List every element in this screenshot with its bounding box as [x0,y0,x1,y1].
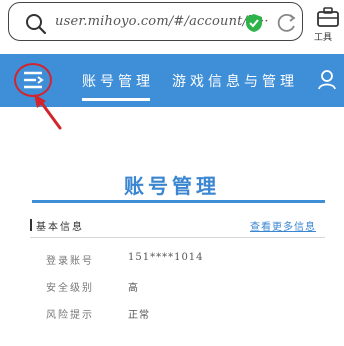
login-account-value: 151****1014 [128,252,204,263]
url-text[interactable]: user.mihoyo.com/#/account/h··· [55,14,269,29]
risk-notice-label: 风险提示 [46,310,94,321]
toolbox-icon[interactable] [316,6,340,28]
security-level-label: 安全级别 [46,283,94,294]
search-icon [26,14,47,35]
title-divider [32,200,325,203]
section-marker [30,219,32,231]
risk-notice-value: 正常 [128,310,150,321]
refresh-icon[interactable] [277,12,297,34]
login-account-label: 登录账号 [46,256,94,267]
tools-label: 工具 [314,33,333,43]
address-bar[interactable]: user.mihoyo.com/#/account/h··· [8,2,303,41]
annotation-arrow-icon [34,94,62,130]
tab-account-management[interactable]: 账号管理 [82,71,154,101]
user-icon[interactable] [318,70,336,90]
section-title: 基本信息 [36,222,84,233]
security-level-value: 高 [128,283,139,294]
tab-game-info[interactable]: 游戏信息与管理 [172,71,298,91]
section-divider [30,237,325,238]
page-title: 账号管理 [124,174,220,198]
shield-check-icon[interactable] [245,13,263,33]
view-more-link[interactable]: 查看更多信息 [250,218,316,233]
